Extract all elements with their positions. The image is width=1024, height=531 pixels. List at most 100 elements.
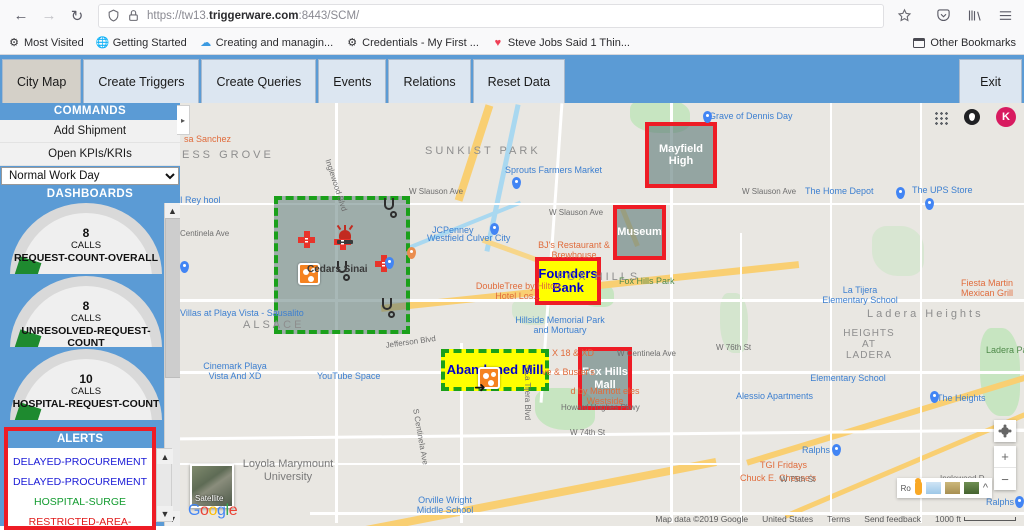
bookmark-star-icon[interactable] xyxy=(892,4,916,28)
street-view-pegman-icon[interactable] xyxy=(914,478,922,495)
alerts-list[interactable]: DELAYED-PROCUREMENT DELAYED-PROCUREMENT … xyxy=(8,448,152,526)
exit-button[interactable]: Exit xyxy=(959,59,1022,103)
alerts-scrollbar[interactable]: ▲ ▼ xyxy=(156,448,173,522)
back-arrow-icon[interactable]: ← xyxy=(8,3,34,29)
zoom-in-button[interactable]: + xyxy=(994,446,1016,468)
bookmark-credentials[interactable]: ⚙ Credentials - My First ... xyxy=(346,36,479,50)
tab-city-map[interactable]: City Map xyxy=(2,59,82,103)
hamburger-menu-icon[interactable] xyxy=(994,5,1016,27)
map-label: W Slauson Ave xyxy=(549,208,604,217)
tab-create-triggers[interactable]: Create Triggers xyxy=(83,59,200,103)
hospital-icon xyxy=(298,231,315,248)
alert-item[interactable]: DELAYED-PROCUREMENT xyxy=(8,472,152,492)
map-account-controls: K xyxy=(933,107,1016,127)
tab-relations[interactable]: Relations xyxy=(388,59,471,103)
highlight-label: Mayfield High xyxy=(658,142,703,167)
gauge-label: UNRESOLVED-REQUEST-COUNT xyxy=(21,324,151,347)
zoom-out-button[interactable]: − xyxy=(994,468,1016,490)
gauge-label: REQUEST-COUNT-OVERALL xyxy=(13,251,159,264)
dashboards-title: DASHBOARDS xyxy=(46,188,134,200)
legend-chip-hybrid[interactable] xyxy=(963,482,979,494)
bookmark-label: Steve Jobs Said 1 Thin... xyxy=(507,36,630,49)
tab-label: City Map xyxy=(17,74,67,89)
command-label: Open KPIs/KRIs xyxy=(48,148,132,160)
map-feedback-link[interactable]: Send feedback xyxy=(864,514,921,524)
gear-icon: ⚙ xyxy=(347,37,358,49)
alert-item[interactable]: HOSPITAL-SURGE xyxy=(8,492,152,512)
account-circle-icon[interactable] xyxy=(964,109,980,125)
folder-icon xyxy=(913,37,926,48)
map-label: Loyola Marymount University xyxy=(242,458,334,484)
gauge-label: HOSPITAL-REQUEST-COUNT xyxy=(12,397,160,410)
legend-chip-terrain[interactable] xyxy=(925,482,941,494)
reload-icon[interactable]: ↻ xyxy=(64,3,90,29)
map-label: W Centinela Ave xyxy=(617,349,676,358)
map-scale-line xyxy=(964,517,1016,521)
bookmark-getting-started[interactable]: 🌐 Getting Started xyxy=(96,37,187,50)
map-label: S La Tijera Blvd xyxy=(523,364,532,421)
map-pin[interactable] xyxy=(896,187,905,199)
bookmark-label: Credentials - My First ... xyxy=(362,36,479,49)
forward-arrow-icon[interactable]: → xyxy=(36,3,62,29)
gauge-hospital-request-count[interactable]: 10 CALLS HOSPITAL-REQUEST-COUNT xyxy=(0,349,172,420)
highlight-museum[interactable]: Museum xyxy=(613,205,666,260)
apps-grid-icon[interactable] xyxy=(933,109,948,125)
avatar[interactable]: K xyxy=(996,107,1016,127)
gauge-unit: CALLS xyxy=(70,239,102,251)
chevron-up-icon[interactable]: ▲ xyxy=(157,449,173,464)
workday-select[interactable]: Normal Work Day xyxy=(1,167,179,185)
map-zoom-controls: + − xyxy=(994,420,1016,490)
map-attribution: Map data ©2019 Google xyxy=(655,514,749,524)
highlight-mayfield-high[interactable]: Mayfield High xyxy=(645,122,717,188)
map-region: United States xyxy=(762,514,814,524)
map-label: TGI Fridays xyxy=(760,460,808,470)
url-bar[interactable]: https://tw13.triggerware.com:8443/SCM/ xyxy=(98,3,884,28)
map-label: W 76th St xyxy=(716,343,752,352)
chevron-up-icon[interactable]: ▲ xyxy=(164,203,180,218)
map-pin[interactable] xyxy=(925,198,934,210)
city-map[interactable]: Cedars Sinai Mayfield High Museum Founde… xyxy=(180,103,1024,526)
chevron-up-icon[interactable]: ^ xyxy=(983,482,988,494)
scrollbar-thumb[interactable] xyxy=(165,218,180,378)
sidebar-collapse-toggle[interactable]: ▸ xyxy=(177,105,190,135)
pocket-icon[interactable] xyxy=(932,5,954,27)
chevron-down-icon[interactable]: ▼ xyxy=(157,506,173,521)
legend-chip-satellite[interactable] xyxy=(944,482,960,494)
map-pin[interactable] xyxy=(1015,496,1024,508)
tab-create-queries[interactable]: Create Queries xyxy=(201,59,317,103)
map-label: BJ's Restaurant & Brewhouse xyxy=(538,240,610,261)
map-label: Centinela Ave xyxy=(180,229,230,238)
alert-item[interactable]: DELAYED-PROCUREMENT xyxy=(8,452,152,472)
map-label: W Slauson Ave xyxy=(409,187,464,196)
command-open-kpis-kris[interactable]: Open KPIs/KRIs xyxy=(0,143,180,166)
shield-icon xyxy=(108,9,119,22)
bookmark-most-visited[interactable]: ⚙ Most Visited xyxy=(8,37,84,50)
map-label: Hillside Memorial Park and Mortuary xyxy=(515,315,605,336)
map-label: HEIGHTS AT LADERA xyxy=(843,328,895,361)
bookmark-steve-jobs[interactable]: ♥ Steve Jobs Said 1 Thin... xyxy=(492,37,630,49)
alerts-panel: ALERTS DELAYED-PROCUREMENT DELAYED-PROCU… xyxy=(4,427,173,530)
gauge-unresolved-request-count[interactable]: 8 CALLS UNRESOLVED-REQUEST-COUNT xyxy=(0,276,172,347)
chrome-right-actions xyxy=(918,5,1016,27)
other-bookmarks-folder[interactable]: Other Bookmarks xyxy=(913,37,1016,49)
map-label: Fox Hills Park xyxy=(619,276,675,286)
alert-item[interactable]: RESTRICTED-AREA-VIOLATION xyxy=(8,512,152,526)
command-add-shipment[interactable]: Add Shipment xyxy=(0,120,180,143)
map-label: Cinemark Playa Vista And XD xyxy=(203,361,267,382)
map-terms-link[interactable]: Terms xyxy=(827,514,850,524)
map-label: Howard Hughes Pkwy xyxy=(561,403,640,412)
alerts-title: ALERTS xyxy=(57,433,103,445)
mouse-cursor-icon: ➜ xyxy=(474,379,486,395)
tab-label: Create Queries xyxy=(216,74,302,89)
gauge-request-count-overall[interactable]: 8 CALLS REQUEST-COUNT-OVERALL xyxy=(0,203,172,274)
map-pin[interactable] xyxy=(832,444,841,456)
tab-events[interactable]: Events xyxy=(318,59,387,103)
tab-reset-data[interactable]: Reset Data xyxy=(472,59,566,103)
recenter-compass-icon[interactable] xyxy=(994,420,1016,442)
map-label: Fiesta Martin Mexican Grill xyxy=(960,278,1013,299)
map-pin[interactable] xyxy=(512,177,521,189)
bookmark-creating-managing[interactable]: ☁ Creating and managin... xyxy=(200,37,333,50)
map-pin[interactable] xyxy=(407,247,416,259)
library-icon[interactable] xyxy=(963,5,985,27)
map-pin[interactable] xyxy=(180,261,189,273)
